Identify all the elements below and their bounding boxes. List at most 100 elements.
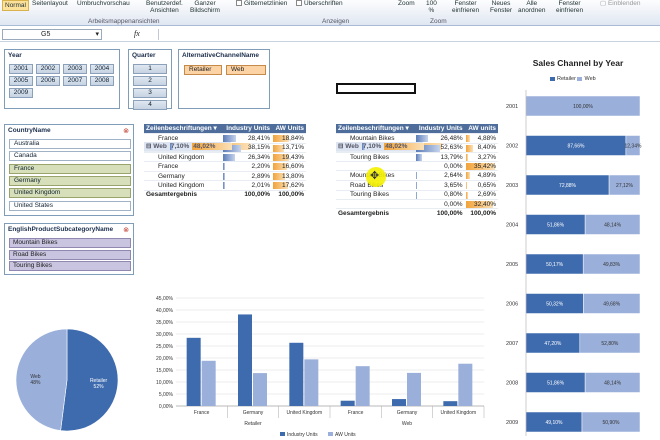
- pivot-value-cell[interactable]: 100,00%: [271, 189, 306, 200]
- selected-cell[interactable]: [336, 83, 416, 94]
- zoom-button[interactable]: Zoom: [398, 0, 415, 7]
- formula-input[interactable]: [158, 29, 658, 40]
- pivot-value-cell[interactable]: 2,20%: [222, 162, 272, 173]
- slicer-quarter-item[interactable]: 2: [133, 76, 167, 86]
- full-screen-button[interactable]: Ganzer Bildschirm: [190, 0, 220, 14]
- pivot-value-cell[interactable]: 100,00%: [464, 208, 498, 218]
- bar[interactable]: [340, 400, 355, 406]
- pivot-value-cell[interactable]: 26,48%: [414, 133, 465, 144]
- pivot-value-cell[interactable]: 35,42%: [464, 161, 498, 172]
- slicer-year-item[interactable]: 2003: [63, 64, 87, 74]
- pivot-header-cell[interactable]: AW units: [464, 124, 498, 134]
- bar[interactable]: [392, 399, 406, 406]
- pivot-value-cell[interactable]: 7,10%: [168, 142, 192, 152]
- pivot-header-cell[interactable]: AW Units: [271, 124, 306, 134]
- pivot-value-cell[interactable]: 3,27%: [464, 152, 498, 163]
- pivot-value-cell[interactable]: 100,00%: [222, 189, 272, 200]
- pie-slice[interactable]: [15, 328, 68, 431]
- slicer-year-item[interactable]: 2009: [9, 88, 33, 98]
- slicer-year-item[interactable]: 2008: [90, 76, 114, 86]
- bar[interactable]: [407, 372, 421, 406]
- new-window-button[interactable]: Neues Fenster: [490, 0, 512, 14]
- pivot-value-cell[interactable]: 28,41%: [222, 133, 272, 144]
- name-box[interactable]: G5 ▾: [2, 29, 102, 40]
- unhide-button[interactable]: ▢ Einblenden: [600, 0, 640, 7]
- slicer-year-item[interactable]: 2006: [36, 76, 60, 86]
- pivot-value-cell[interactable]: 16,60%: [271, 162, 306, 173]
- slicer-country-item[interactable]: United Kingdom: [9, 188, 131, 199]
- pivot-value-cell[interactable]: 32,40%: [464, 199, 498, 210]
- bar[interactable]: [458, 363, 473, 406]
- zoom-100-button[interactable]: 100 %: [426, 0, 437, 14]
- pivot-value-cell[interactable]: 17,62%: [271, 180, 306, 191]
- slicer-year-item[interactable]: 2004: [90, 64, 114, 74]
- slicer-country-item[interactable]: France: [9, 163, 131, 174]
- pivot-value-cell[interactable]: 3,65%: [414, 180, 465, 191]
- slicer-quarter-item[interactable]: 4: [133, 100, 167, 110]
- pivot-value-cell[interactable]: 7,10%: [360, 142, 384, 152]
- chart-units-by-country[interactable]: 0,00% 5,00% 10,00% 15,00% 20,00% 25,00% 30,00%…: [140, 290, 490, 440]
- bar[interactable]: [304, 359, 319, 406]
- pivot-header-cell[interactable]: Industry Units: [414, 124, 465, 134]
- slicer-country-item[interactable]: Germany: [9, 175, 131, 186]
- bar[interactable]: [443, 401, 458, 406]
- pivot-value-cell[interactable]: 0,00%: [414, 199, 465, 210]
- slicer-channel-item[interactable]: Web: [226, 65, 266, 75]
- slicer-year-item[interactable]: 2002: [36, 64, 60, 74]
- slicer-country-item[interactable]: United States: [9, 200, 131, 211]
- pivot-value-cell[interactable]: 19,43%: [271, 152, 306, 163]
- pivot-value-cell[interactable]: 4,88%: [464, 133, 498, 144]
- clear-filter-icon[interactable]: ⊗: [123, 127, 129, 135]
- slicer-subcategory-item[interactable]: Road Bikes: [9, 249, 131, 260]
- slicer-year-item[interactable]: 2005: [9, 76, 33, 86]
- pivot-value-cell[interactable]: 48,02%: [383, 142, 425, 152]
- pivot-header-cell[interactable]: Zeilenbeschriftungen ▾: [336, 124, 415, 134]
- freeze-panes-button[interactable]: Fenster einfrieren: [556, 0, 583, 14]
- slicer-quarter-item[interactable]: 1: [133, 64, 167, 74]
- pivot-value-cell[interactable]: 0,65%: [464, 180, 498, 191]
- arrange-all-button[interactable]: Alle anordnen: [518, 0, 545, 14]
- bar[interactable]: [355, 366, 370, 406]
- pivot-header-cell[interactable]: Industry Units: [222, 124, 272, 134]
- pivot-value-cell[interactable]: 100,00%: [414, 208, 465, 218]
- normal-view-button[interactable]: Normal: [2, 0, 29, 11]
- pivot-value-cell[interactable]: 2,69%: [464, 190, 498, 200]
- bar[interactable]: [238, 314, 252, 406]
- chart-sales-channel-by-year[interactable]: Sales Channel by Year Retailer Web 2001 1…: [498, 50, 658, 440]
- bar[interactable]: [201, 360, 216, 406]
- pivot-value-cell[interactable]: 26,34%: [222, 152, 272, 163]
- chevron-down-icon[interactable]: ▾: [95, 30, 99, 39]
- bar[interactable]: [186, 337, 201, 406]
- clear-filter-icon[interactable]: ⊗: [123, 226, 129, 234]
- page-layout-button[interactable]: Seitenlayout: [32, 0, 68, 7]
- pivot-value-cell[interactable]: 2,89%: [222, 171, 272, 182]
- function-icon[interactable]: fx: [134, 29, 140, 38]
- slicer-subcategory-item[interactable]: Touring Bikes: [9, 261, 131, 271]
- slicer-year-item[interactable]: 2001: [9, 64, 33, 74]
- pivot-value-cell[interactable]: 18,84%: [271, 133, 306, 144]
- slicer-subcategory-item[interactable]: Mountain Bikes: [9, 238, 131, 248]
- pivot-value-cell[interactable]: 48,02%: [191, 142, 233, 152]
- slicer-channel-item[interactable]: Retailer: [184, 65, 222, 75]
- slicer-year-item[interactable]: 2007: [63, 76, 87, 86]
- zoom-selection-button[interactable]: Fenster einfrieren: [452, 0, 479, 14]
- pivot-value-cell[interactable]: 2,64%: [414, 171, 465, 182]
- pivot-value-cell[interactable]: 0,00%: [414, 161, 465, 172]
- slicer-country-item[interactable]: Australia: [9, 139, 131, 149]
- pivot-value-cell[interactable]: 13,71%: [271, 143, 306, 153]
- pivot-value-cell[interactable]: 0,80%: [414, 190, 465, 200]
- slicer-quarter-item[interactable]: 3: [133, 88, 167, 98]
- pivot-header-cell[interactable]: Zeilenbeschriftungen ▾: [144, 124, 223, 134]
- pivot-value-cell[interactable]: 2,01%: [222, 180, 272, 191]
- pivot-value-cell[interactable]: 8,40%: [464, 143, 498, 153]
- gridlines-checkbox[interactable]: Gitternetzlinien: [236, 0, 287, 7]
- pivot-value-cell[interactable]: 13,79%: [414, 152, 465, 163]
- headings-checkbox[interactable]: Überschriften: [296, 0, 343, 7]
- page-break-preview-button[interactable]: Umbruchvorschau: [77, 0, 130, 7]
- custom-views-button[interactable]: Benutzerdef. Ansichten: [146, 0, 183, 14]
- pivot-value-cell[interactable]: 4,89%: [464, 171, 498, 182]
- bar[interactable]: [289, 342, 304, 406]
- bar[interactable]: [253, 373, 267, 406]
- slicer-country-item[interactable]: Canada: [9, 151, 131, 162]
- chart-channel-pie[interactable]: Retailer52%Web48%: [12, 320, 122, 440]
